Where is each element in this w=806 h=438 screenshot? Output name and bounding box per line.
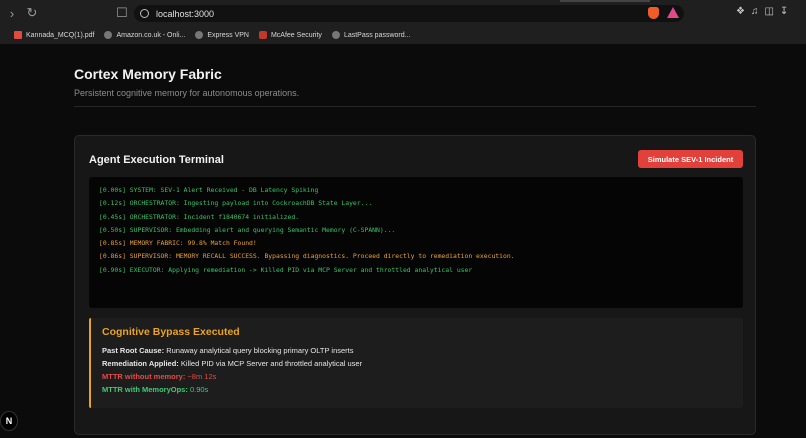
bookmarks-bar: Kannada_MCQ(1).pdf Amazon.co.uk - Onli..…	[0, 27, 806, 43]
remediation-value: Killed PID via MCP Server and throttled …	[180, 359, 363, 368]
page-title: Cortex Memory Fabric	[74, 66, 222, 82]
bypass-title: Cognitive Bypass Executed	[102, 326, 240, 338]
address-url: localhost:3000	[156, 8, 215, 19]
page-content: Cortex Memory Fabric Persistent cognitiv…	[0, 44, 806, 438]
simulate-incident-button[interactable]: Simulate SEV-1 Incident	[638, 150, 743, 168]
mttr-with-row: MTTR with MemoryOps: 0.90s	[102, 383, 732, 396]
pdf-icon	[14, 31, 22, 39]
log-line: [0.50s] SUPERVISOR: Embedding alert and …	[99, 225, 396, 234]
bookmark-label: Express VPN	[207, 31, 249, 39]
globe-icon	[104, 31, 113, 39]
bypass-result-card: Cognitive Bypass Executed Past Root Caus…	[89, 318, 743, 408]
bookmark-icon[interactable]: ☐	[112, 3, 132, 23]
remediation-label: Remediation Applied:	[102, 359, 179, 368]
log-line: [0.85s] MEMORY FABRIC: 99.8% Match Found…	[99, 239, 257, 248]
download-icon[interactable]: ↧	[780, 6, 788, 17]
page-subtitle: Persistent cognitive memory for autonomo…	[74, 88, 300, 98]
bookmark-label: Amazon.co.uk - Onli...	[116, 31, 186, 39]
log-line: [0.12s] ORCHESTRATOR: Ingesting payload …	[99, 199, 373, 208]
brave-shield-icon[interactable]	[648, 7, 659, 19]
mttr-with-label: MTTR with MemoryOps:	[102, 385, 188, 394]
mttr-with-value: 0.90s	[189, 385, 209, 394]
media-icon[interactable]: ♫	[751, 6, 759, 17]
mttr-without-row: MTTR without memory: ~8m 12s	[102, 370, 732, 383]
bookmark-item[interactable]: Amazon.co.uk - Onli...	[104, 31, 185, 39]
sidebar-icon[interactable]: ◫	[764, 6, 773, 17]
bookmark-item[interactable]: McAfee Security	[258, 31, 322, 39]
extensions-icon[interactable]: ❖	[736, 6, 745, 17]
bookmark-item[interactable]: Kannada_MCQ(1).pdf	[14, 31, 94, 39]
brave-rewards-icon[interactable]	[667, 7, 679, 18]
bookmark-label: LastPass password...	[343, 31, 411, 39]
toolbar-right-icons: ❖ ♫ ◫ ↧	[736, 6, 788, 17]
log-line: [0.00s] SYSTEM: SEV-1 Alert Received - D…	[99, 186, 319, 194]
log-line: [0.45s] ORCHESTRATOR: Incident f1840674 …	[99, 212, 300, 221]
bookmark-label: McAfee Security	[270, 31, 322, 39]
mcafee-icon	[258, 31, 267, 39]
browser-chrome: › ↻ ☐ localhost:3000 ❖ ♫ ◫ ↧ Kannada_MCQ…	[0, 0, 806, 44]
log-line: [0.90s] EXECUTOR: Applying remediation -…	[99, 265, 473, 274]
terminal-title: Agent Execution Terminal	[89, 154, 224, 166]
bookmark-item[interactable]: Express VPN	[195, 31, 249, 39]
terminal-panel: Agent Execution Terminal Simulate SEV-1 …	[74, 135, 756, 435]
log-line: [0.86s] SUPERVISOR: MEMORY RECALL SUCCES…	[99, 252, 515, 261]
mttr-without-value: ~8m 12s	[187, 372, 217, 381]
site-info-icon[interactable]	[140, 9, 149, 18]
address-bar[interactable]: localhost:3000	[134, 5, 684, 22]
globe-icon	[195, 31, 204, 39]
root-cause-row: Past Root Cause: Runaway analytical quer…	[102, 344, 732, 357]
mttr-without-label: MTTR without memory:	[102, 372, 186, 381]
root-cause-value: Runaway analytical query blocking primar…	[166, 346, 354, 355]
header-divider	[74, 106, 756, 107]
globe-icon	[331, 31, 340, 39]
browser-toolbar: › ↻ ☐ localhost:3000 ❖ ♫ ◫ ↧	[0, 0, 806, 26]
root-cause-label: Past Root Cause:	[102, 346, 165, 355]
bookmark-label: Kannada_MCQ(1).pdf	[26, 31, 95, 39]
forward-icon[interactable]: ›	[2, 3, 22, 23]
reload-icon[interactable]: ↻	[22, 3, 42, 23]
terminal-output: [0.00s] SYSTEM: SEV-1 Alert Received - D…	[89, 177, 743, 308]
nextjs-dev-badge[interactable]: N	[0, 411, 18, 431]
bookmark-item[interactable]: LastPass password...	[331, 31, 411, 39]
remediation-row: Remediation Applied: Killed PID via MCP …	[102, 357, 732, 370]
